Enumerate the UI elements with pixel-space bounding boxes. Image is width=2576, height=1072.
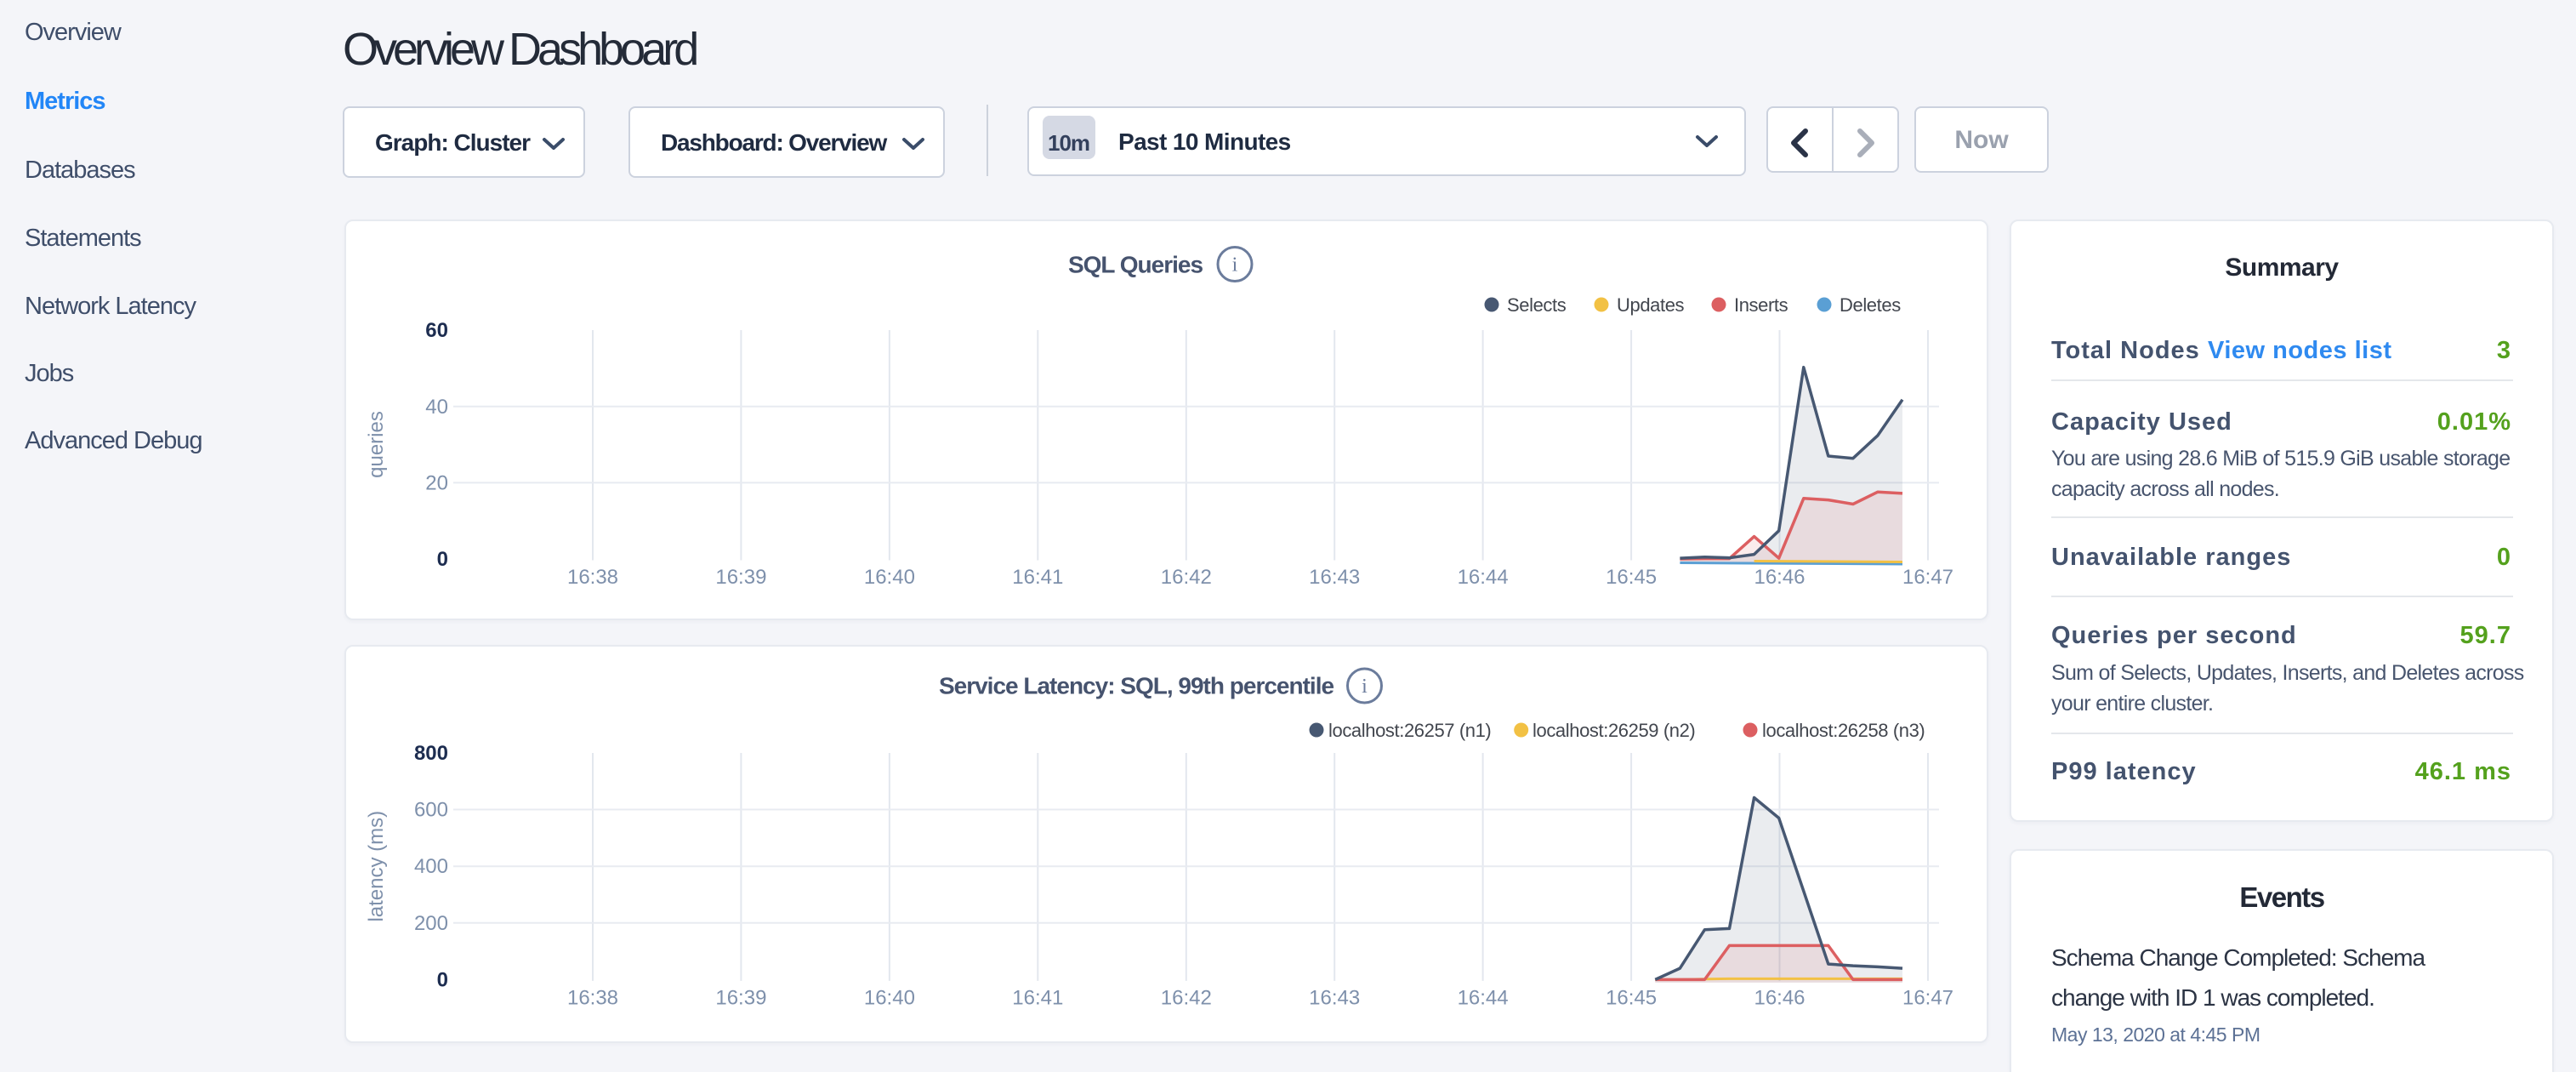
svg-text:0: 0 xyxy=(437,548,448,571)
svg-text:16:41: 16:41 xyxy=(1012,566,1063,589)
svg-text:600: 600 xyxy=(414,799,448,822)
svg-text:Updates: Updates xyxy=(1617,294,1685,316)
svg-text:16:41: 16:41 xyxy=(1012,986,1063,1009)
svg-text:16:46: 16:46 xyxy=(1754,986,1805,1009)
svg-text:16:40: 16:40 xyxy=(864,986,915,1009)
svg-text:16:42: 16:42 xyxy=(1161,986,1212,1009)
svg-text:16:40: 16:40 xyxy=(864,566,915,589)
svg-text:800: 800 xyxy=(414,742,448,765)
svg-text:Inserts: Inserts xyxy=(1734,294,1788,316)
svg-text:localhost:26257 (n1): localhost:26257 (n1) xyxy=(1328,720,1491,741)
svg-text:16:39: 16:39 xyxy=(715,986,766,1009)
svg-text:16:44: 16:44 xyxy=(1458,566,1509,589)
svg-text:16:43: 16:43 xyxy=(1309,566,1360,589)
svg-text:16:38: 16:38 xyxy=(567,566,618,589)
svg-text:Service Latency: SQL, 99th per: Service Latency: SQL, 99th percentile xyxy=(939,673,1334,699)
svg-text:16:45: 16:45 xyxy=(1606,986,1657,1009)
svg-text:16:46: 16:46 xyxy=(1754,566,1805,589)
svg-text:queries: queries xyxy=(365,411,388,478)
svg-text:localhost:26258 (n3): localhost:26258 (n3) xyxy=(1762,720,1925,741)
svg-text:0: 0 xyxy=(437,968,448,991)
svg-text:latency (ms): latency (ms) xyxy=(365,811,388,922)
svg-text:SQL Queries: SQL Queries xyxy=(1068,252,1203,278)
svg-text:16:47: 16:47 xyxy=(1902,986,1953,1009)
svg-text:200: 200 xyxy=(414,912,448,935)
svg-text:16:45: 16:45 xyxy=(1606,566,1657,589)
svg-text:16:39: 16:39 xyxy=(715,566,766,589)
svg-text:16:43: 16:43 xyxy=(1309,986,1360,1009)
svg-text:400: 400 xyxy=(414,855,448,878)
svg-text:16:44: 16:44 xyxy=(1458,986,1509,1009)
svg-text:i: i xyxy=(1362,676,1368,698)
svg-text:localhost:26259 (n2): localhost:26259 (n2) xyxy=(1533,720,1695,741)
svg-text:Deletes: Deletes xyxy=(1840,294,1901,316)
svg-text:Selects: Selects xyxy=(1507,294,1567,316)
svg-text:60: 60 xyxy=(425,319,448,342)
svg-text:16:42: 16:42 xyxy=(1161,566,1212,589)
svg-text:16:47: 16:47 xyxy=(1902,566,1953,589)
svg-text:16:38: 16:38 xyxy=(567,986,618,1009)
svg-text:40: 40 xyxy=(425,396,448,419)
svg-text:20: 20 xyxy=(425,471,448,494)
svg-text:i: i xyxy=(1232,254,1238,277)
